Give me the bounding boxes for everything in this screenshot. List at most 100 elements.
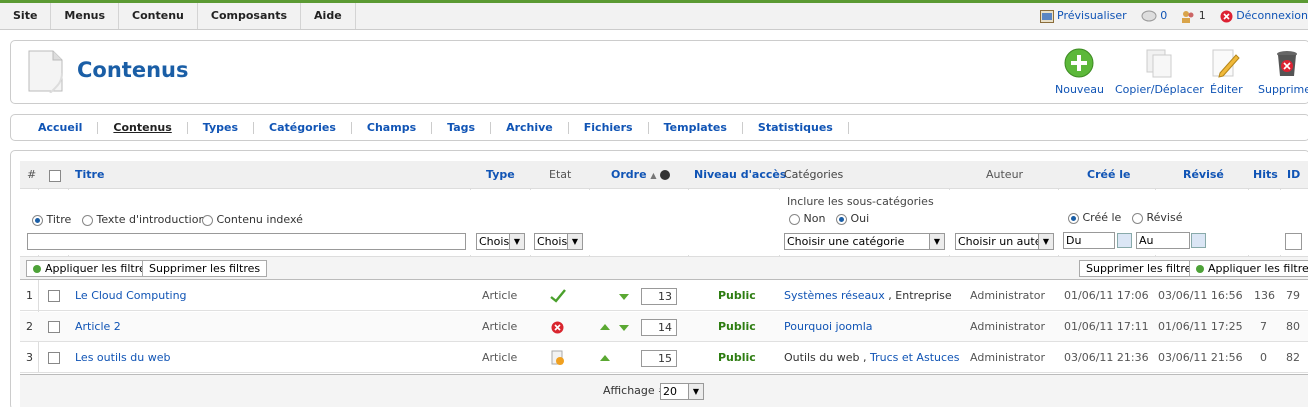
date-from-input[interactable]: Du <box>1063 232 1115 249</box>
clear-filters-button-right[interactable]: Supprimer les filtres <box>1079 260 1205 277</box>
search-mode-title[interactable]: Titre <box>32 213 71 226</box>
date-revised-option[interactable]: Révisé <box>1132 211 1182 224</box>
tab-tags[interactable]: Tags <box>432 121 492 134</box>
row-checkbox[interactable] <box>48 343 60 373</box>
tab-templates[interactable]: Templates <box>649 121 743 134</box>
row-title-link[interactable]: Le Cloud Computing <box>75 281 187 311</box>
move-down-icon[interactable] <box>619 294 629 300</box>
new-button-label: Nouveau <box>1055 83 1104 96</box>
id-filter-input[interactable] <box>1285 233 1302 250</box>
col-access[interactable]: Niveau d'accès <box>694 161 786 189</box>
apply-filters-button-left[interactable]: Appliquer les filtres <box>26 260 159 277</box>
new-button[interactable]: Nouveau <box>1055 47 1104 96</box>
state-select[interactable]: Choisi ▼ <box>534 233 583 250</box>
tab-categories[interactable]: Catégories <box>254 121 352 134</box>
order-input[interactable]: 15 <box>641 350 677 367</box>
order-input[interactable]: 13 <box>641 288 677 305</box>
subcat-yes-option[interactable]: Oui <box>836 212 869 225</box>
category-select[interactable]: Choisir une catégorie ▼ <box>784 233 945 250</box>
col-type[interactable]: Type <box>486 161 515 189</box>
users-status[interactable]: 1 <box>1181 9 1206 23</box>
col-id[interactable]: ID <box>1287 161 1300 189</box>
menu-contenu[interactable]: Contenu <box>119 3 198 29</box>
messages-count: 0 <box>1160 9 1168 23</box>
col-revised[interactable]: Révisé <box>1183 161 1224 189</box>
messages-status[interactable]: 0 <box>1141 9 1168 23</box>
display-count-select[interactable]: 20 ▼ <box>660 383 704 400</box>
row-category-2-link[interactable]: Trucs et Astuces <box>870 351 960 364</box>
save-order-icon[interactable] <box>660 170 671 180</box>
menu-composants[interactable]: Composants <box>198 3 302 29</box>
row-revised: 03/06/11 21:56 <box>1158 351 1243 364</box>
row-checkbox[interactable] <box>48 312 60 342</box>
toolbar-panel: Contenus Nouveau Copier/Déplacer Éditer … <box>10 40 1308 104</box>
move-down-icon[interactable] <box>619 325 629 331</box>
row-title-link[interactable]: Article 2 <box>75 312 121 342</box>
radio-revised[interactable] <box>1132 212 1143 224</box>
col-title[interactable]: Titre <box>75 161 104 189</box>
apply-filters-button-right[interactable]: Appliquer les filtres <box>1189 260 1308 277</box>
date-created-option[interactable]: Créé le <box>1068 211 1121 224</box>
unpublished-icon[interactable] <box>551 312 564 342</box>
row-author: Administrator <box>970 289 1045 302</box>
logout-link[interactable]: Déconnexion <box>1220 9 1308 23</box>
row-category-link[interactable]: Systèmes réseaux <box>784 289 885 302</box>
published-icon[interactable] <box>550 281 566 311</box>
row-access[interactable]: Public <box>718 312 756 342</box>
row-category-link[interactable]: Pourquoi joomla <box>784 312 873 342</box>
col-hits[interactable]: Hits <box>1253 161 1278 189</box>
preview-link[interactable]: Prévisualiser <box>1039 9 1127 23</box>
tab-accueil[interactable]: Accueil <box>23 121 99 134</box>
menu-aide[interactable]: Aide <box>301 3 356 29</box>
tab-statistiques[interactable]: Statistiques <box>743 121 849 134</box>
author-select[interactable]: Choisir un auteur ▼ <box>955 233 1054 250</box>
content-tabs: Accueil Contenus Types Catégories Champs… <box>10 114 1308 141</box>
row-checkbox[interactable] <box>48 281 60 311</box>
select-all-checkbox[interactable] <box>49 169 61 182</box>
menu-site[interactable]: Site <box>0 3 52 29</box>
row-created: 01/06/11 17:11 <box>1064 320 1149 333</box>
radio-no[interactable] <box>789 213 800 225</box>
row-access[interactable]: Public <box>718 343 756 373</box>
delete-button[interactable]: Supprimer <box>1258 47 1308 96</box>
search-mode-indexed[interactable]: Contenu indexé <box>202 213 303 226</box>
col-created[interactable]: Créé le <box>1087 161 1130 189</box>
radio-yes[interactable] <box>836 213 847 225</box>
content-page-icon <box>28 50 63 93</box>
clear-filters-button-left[interactable]: Supprimer les filtres <box>142 260 268 277</box>
subcat-no-option[interactable]: Non <box>789 212 825 225</box>
tab-archive[interactable]: Archive <box>491 121 569 134</box>
chevron-down-icon: ▼ <box>688 384 703 399</box>
row-created: 01/06/11 17:06 <box>1064 289 1149 302</box>
title-search-input[interactable] <box>27 233 466 250</box>
tab-types[interactable]: Types <box>188 121 255 134</box>
copy-move-button[interactable]: Copier/Déplacer <box>1115 47 1204 96</box>
tab-champs[interactable]: Champs <box>352 121 433 134</box>
row-title-link[interactable]: Les outils du web <box>75 343 170 373</box>
radio-created[interactable] <box>1068 212 1079 224</box>
row-category-2: Entreprise <box>895 289 952 302</box>
tab-fichiers[interactable]: Fichiers <box>569 121 649 134</box>
table-row: 3 Les outils du web Article 15 Public Ou… <box>20 343 1308 373</box>
row-access[interactable]: Public <box>718 281 756 311</box>
chevron-down-icon: ▼ <box>509 234 524 249</box>
pending-icon[interactable] <box>551 343 565 373</box>
tab-contenus[interactable]: Contenus <box>98 121 188 134</box>
calendar-icon[interactable] <box>1191 233 1206 248</box>
order-input[interactable]: 14 <box>641 319 677 336</box>
col-order[interactable]: Ordre ▲ <box>611 161 671 189</box>
chevron-down-icon: ▼ <box>567 234 582 249</box>
calendar-icon[interactable] <box>1117 233 1132 248</box>
apply-icon <box>33 265 41 273</box>
radio-intro[interactable] <box>82 214 93 226</box>
type-select[interactable]: Choisi ▼ <box>476 233 525 250</box>
date-to-input[interactable]: Au <box>1136 232 1190 249</box>
move-up-icon[interactable] <box>600 324 610 330</box>
move-up-icon[interactable] <box>600 355 610 361</box>
row-revised: 03/06/11 16:56 <box>1158 289 1243 302</box>
radio-indexed[interactable] <box>202 214 213 226</box>
menu-menus[interactable]: Menus <box>51 3 120 29</box>
radio-title[interactable] <box>32 214 43 226</box>
search-mode-intro[interactable]: Texte d'introduction <box>82 213 205 226</box>
edit-button[interactable]: Éditer <box>1210 47 1243 96</box>
